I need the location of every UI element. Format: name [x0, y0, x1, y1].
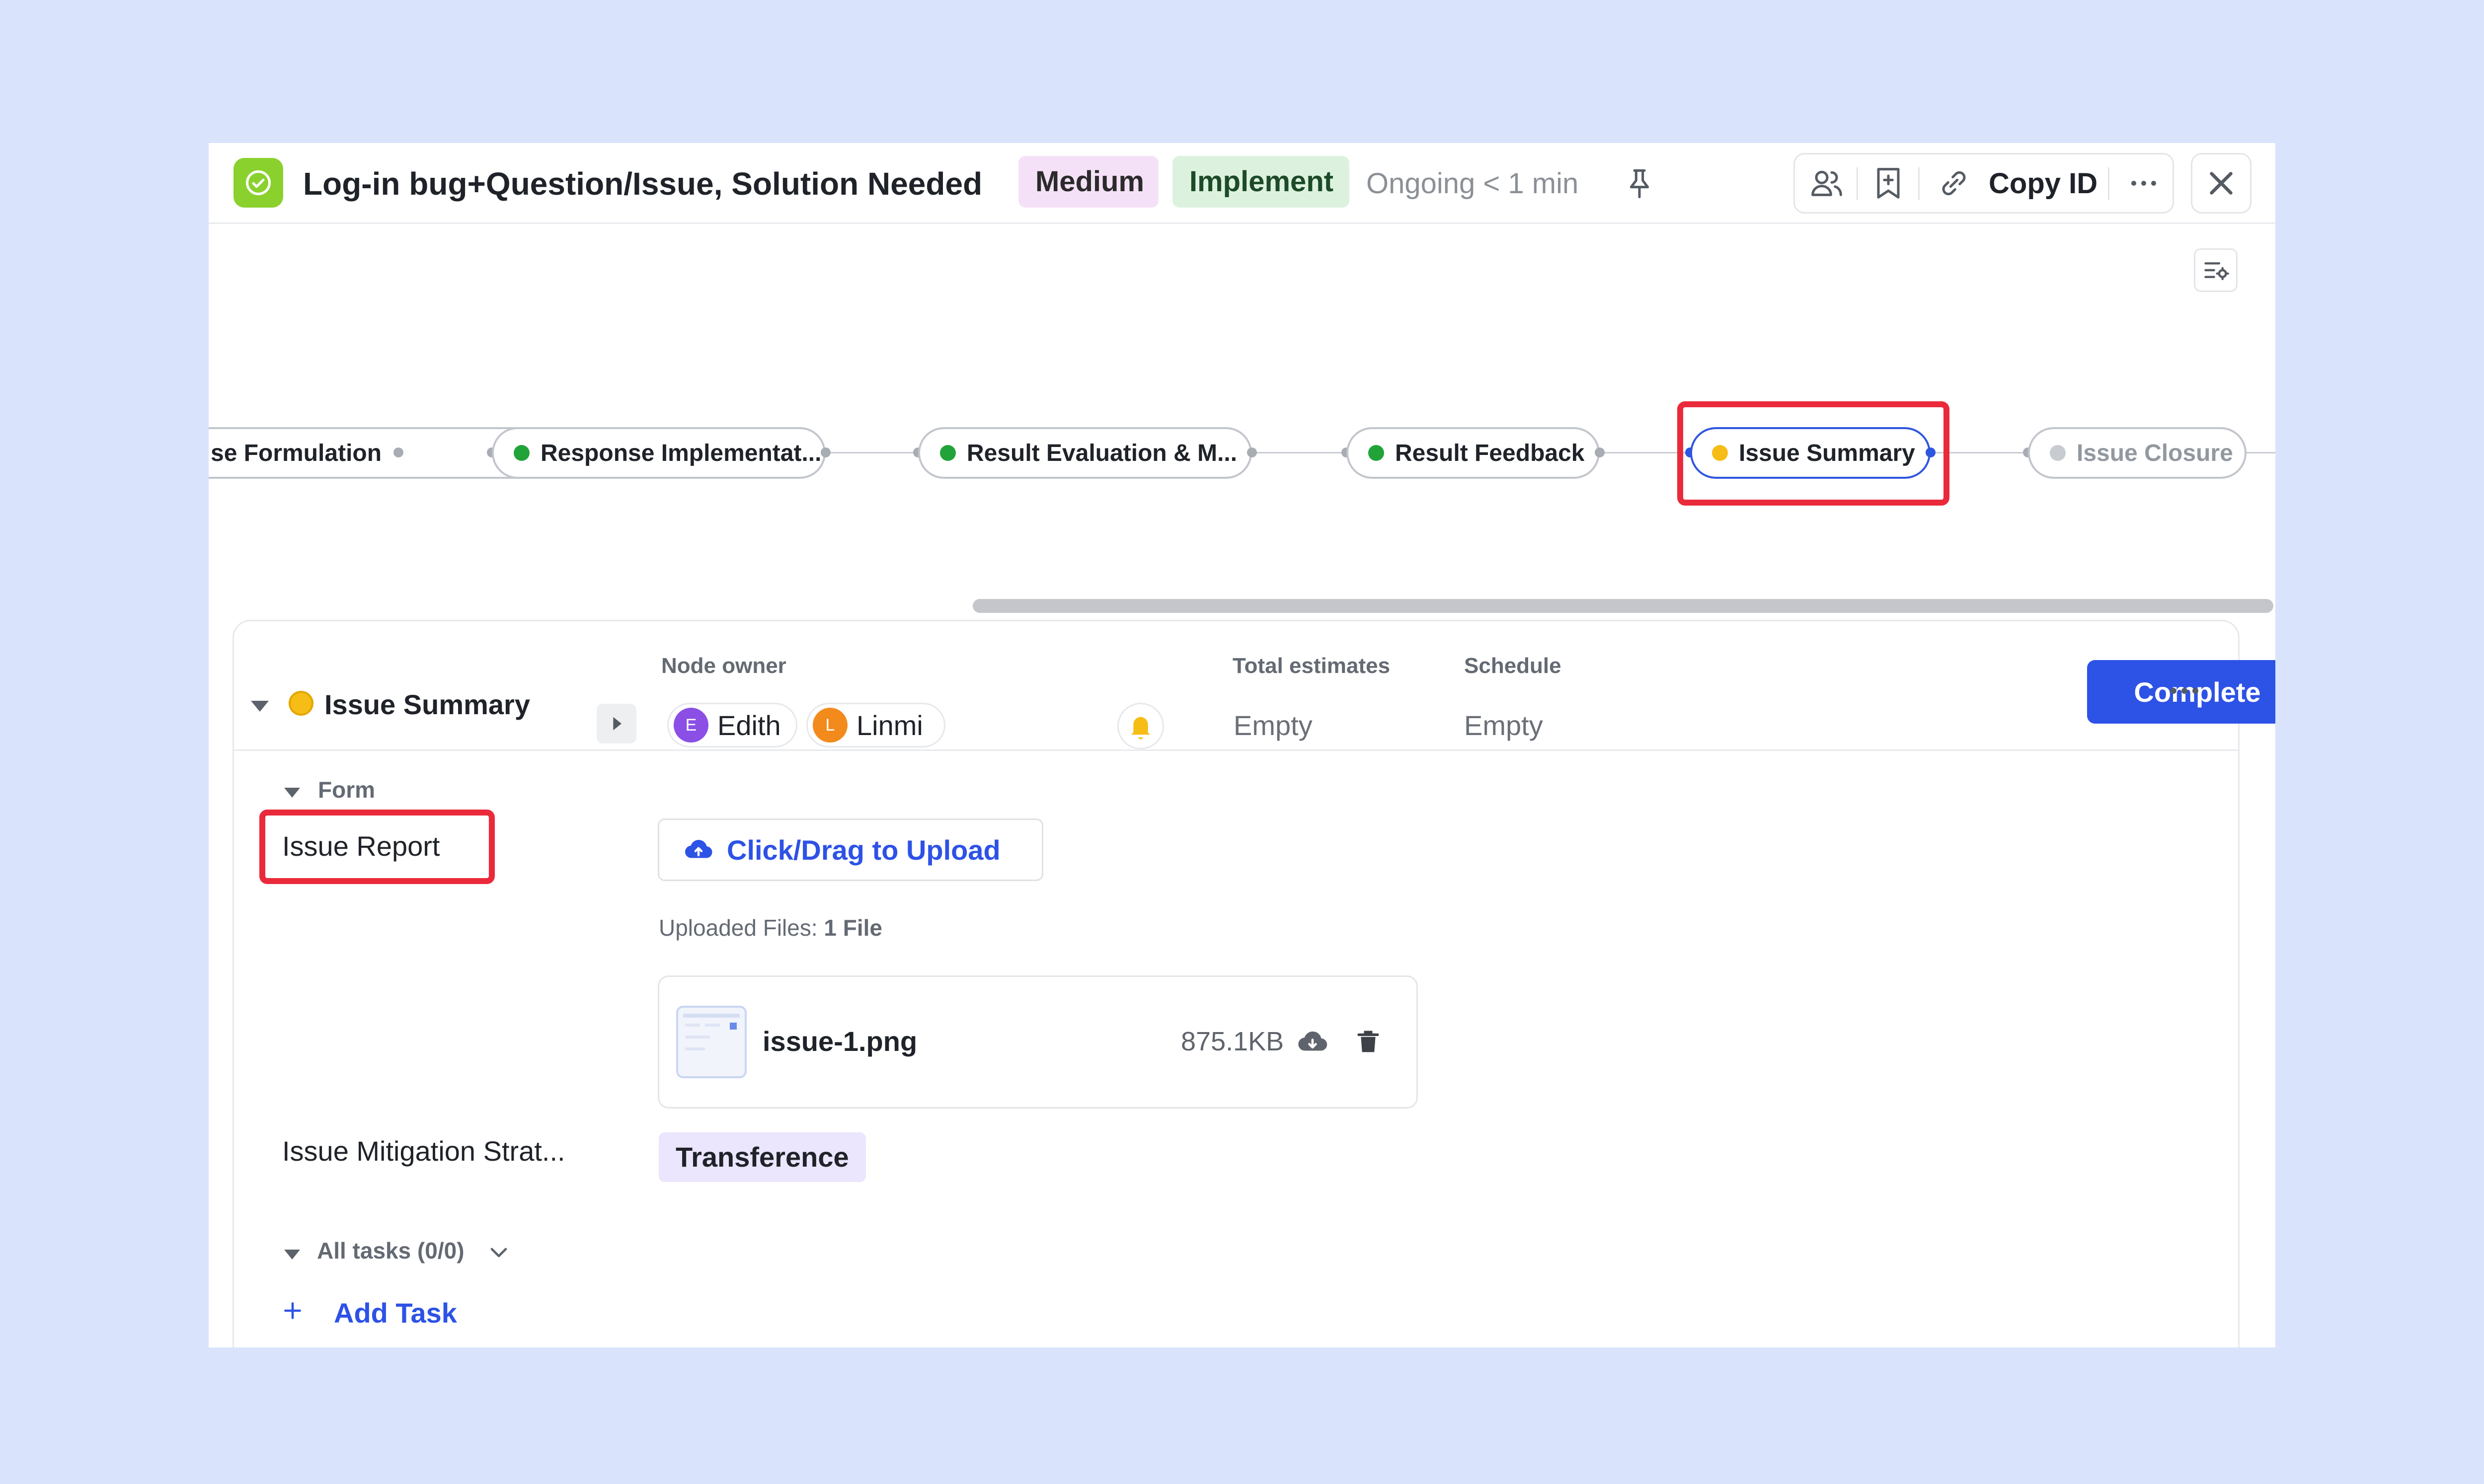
uploaded-files-prefix: Uploaded Files: [659, 915, 824, 941]
stage-badge[interactable]: Implement [1172, 156, 1349, 208]
owner-name: Edith [717, 709, 781, 741]
view-settings-button[interactable] [2194, 248, 2238, 292]
flow-port [1595, 447, 1605, 457]
play-icon [613, 717, 621, 731]
priority-badge[interactable]: Medium [1018, 156, 1159, 208]
link-icon[interactable] [1934, 163, 1974, 203]
members-icon[interactable] [1807, 163, 1847, 203]
node-owner-label: Node owner [661, 654, 786, 678]
total-estimates-label: Total estimates [1233, 654, 1391, 678]
flow-node-label: Result Feedback [1395, 440, 1585, 466]
plus-icon[interactable] [280, 1298, 305, 1323]
header-toolbar: Copy ID [1793, 153, 2174, 214]
highlight-box-issue-report [259, 810, 495, 884]
flow-port [1247, 447, 1257, 457]
copy-id-button[interactable]: Copy ID [1989, 162, 2097, 205]
avatar: E [674, 708, 708, 742]
flow-node-label: Response Implementat... [541, 440, 822, 466]
flow-node-response-implementation[interactable]: Response Implementat... [492, 427, 826, 479]
flow-node-label: Result Evaluation & M... [967, 440, 1238, 466]
mitigation-strategy-tag[interactable]: Transference [659, 1132, 866, 1182]
all-tasks-label[interactable]: All tasks (0/0) [317, 1235, 465, 1266]
horizontal-scrollbar[interactable] [973, 599, 2273, 613]
task-detail-window: Log-in bug+Question/Issue, Solution Need… [209, 143, 2275, 1347]
mitigation-strategy-label: Issue Mitigation Strat... [282, 1135, 565, 1167]
close-button[interactable] [2191, 153, 2251, 214]
flow-node-label: Issue Closure [2077, 440, 2233, 466]
status-dot-in-progress [289, 691, 313, 716]
status-dot-completed [940, 445, 956, 461]
file-thumbnail [676, 1006, 747, 1078]
flow-node-result-feedback[interactable]: Result Feedback [1346, 427, 1600, 479]
cloud-upload-icon [685, 840, 712, 858]
status-dot-completed [1368, 445, 1384, 461]
owner-chip[interactable]: E Edith [667, 703, 797, 747]
uploaded-files-info: Uploaded Files: 1 File [659, 912, 882, 944]
owner-chip[interactable]: L Linmi [806, 703, 945, 747]
upload-button[interactable]: Click/Drag to Upload [658, 818, 1043, 881]
more-options-icon[interactable] [2124, 163, 2164, 203]
more-options-icon[interactable] [2170, 686, 2199, 696]
highlight-box-flow-node [1677, 401, 1949, 506]
bookmark-icon[interactable] [1868, 163, 1908, 203]
header-bar: Log-in bug+Question/Issue, Solution Need… [209, 143, 2275, 224]
schedule-label: Schedule [1464, 654, 1561, 678]
settings-icon [2204, 262, 2229, 280]
pin-icon[interactable] [1620, 164, 1659, 204]
flow-port [393, 447, 403, 457]
page-title: Log-in bug+Question/Issue, Solution Need… [303, 166, 983, 202]
flow-port [821, 447, 831, 457]
collapse-caret-icon[interactable] [251, 701, 269, 712]
toolbar-divider [1857, 167, 1858, 200]
avatar: L [813, 708, 848, 742]
toolbar-divider [2108, 167, 2109, 200]
upload-label: Click/Drag to Upload [727, 834, 1001, 866]
status-dot-completed [514, 445, 530, 461]
trash-icon[interactable] [1351, 1025, 1386, 1059]
background-frame: Log-in bug+Question/Issue, Solution Need… [0, 0, 2484, 1484]
schedule-value[interactable]: Empty [1464, 706, 1543, 745]
owner-name: Linmi [856, 709, 923, 741]
file-card[interactable]: issue-1.png 875.1KB [658, 975, 1418, 1109]
flow-node-label: se Formulation [211, 440, 382, 466]
tasks-collapse-caret-icon[interactable] [284, 1250, 300, 1260]
file-size: 875.1KB [1181, 1027, 1284, 1056]
status-text: Ongoing < 1 min [1366, 167, 1579, 200]
check-circle-icon [233, 158, 283, 208]
bell-icon [1131, 717, 1151, 740]
close-icon [2210, 172, 2233, 195]
total-estimates-value[interactable]: Empty [1234, 706, 1313, 745]
chevron-down-icon[interactable] [485, 1239, 513, 1266]
download-icon[interactable] [1295, 1025, 1330, 1059]
reminder-button[interactable] [1117, 703, 1164, 749]
form-section-label: Form [318, 777, 375, 803]
expand-button[interactable] [597, 704, 636, 743]
flow-node-result-evaluation[interactable]: Result Evaluation & M... [918, 427, 1252, 479]
flow-node-issue-closure[interactable]: Issue Closure [2028, 427, 2247, 479]
uploaded-files-count: 1 File [824, 915, 883, 941]
form-collapse-caret-icon[interactable] [284, 788, 300, 798]
toolbar-divider [1918, 167, 1920, 200]
status-dot-not-started [2050, 445, 2066, 461]
add-task-button[interactable]: Add Task [334, 1293, 457, 1333]
node-title: Issue Summary [324, 689, 530, 720]
panel-divider [234, 749, 2238, 751]
file-name: issue-1.png [763, 1026, 918, 1057]
